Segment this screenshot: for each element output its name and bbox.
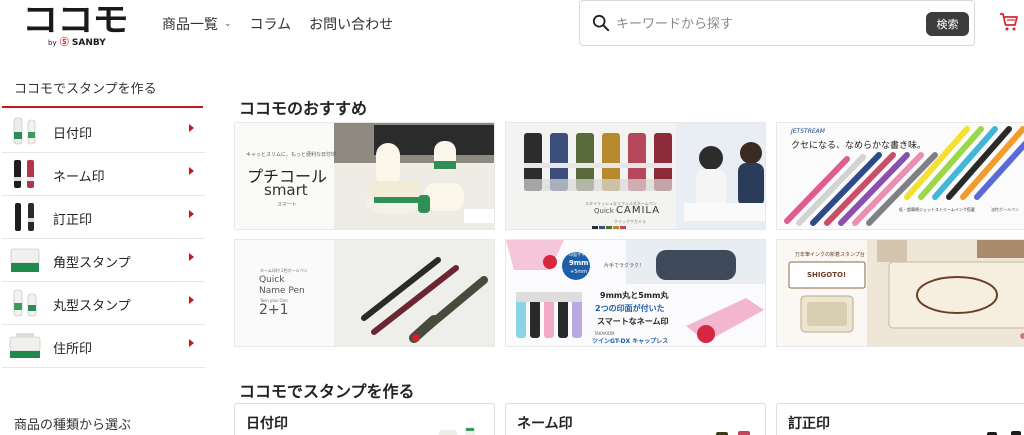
banner-petit-coal[interactable]: キャッとスリムに。もっと便利な日付印 プチコール smart スマート — [234, 122, 495, 230]
banner-quick-name-pen[interactable]: ネーム印付 2色ボールペン Quick Name Pen Twin plus O… — [234, 239, 495, 347]
sidebar-item-label: 日付印 — [53, 127, 93, 142]
sidebar-heading-product-types: 商品の種類から選ぶ — [14, 418, 132, 433]
correction-stamp-thumbnail — [15, 203, 34, 231]
sidebar-item-square-stamp[interactable]: 角型スタンプ — [2, 239, 205, 282]
nav-contact[interactable]: お問い合わせ — [309, 14, 393, 34]
search-icon — [592, 14, 610, 32]
sidebar-item-round-stamp[interactable]: 丸型スタンプ — [2, 282, 205, 325]
address-stamp-thumbnail — [9, 333, 41, 358]
banner-jetstream[interactable]: JETSTREAM クセになる、なめらかな書き味。 油性ボールペン 低・超摩擦ジ… — [776, 122, 1024, 230]
banner-address-ink[interactable]: 万年筆インクの新着スタンプ台 SHIGOTO! — [776, 239, 1024, 347]
sidebar-list: 日付印 ネーム印 訂正印 角型スタンプ 丸型スタンプ 住所印 — [2, 110, 205, 368]
sanby-mark-icon: Ⓢ — [59, 38, 69, 48]
logo-brand: by Ⓢ SANBY — [48, 38, 106, 48]
search-button[interactable]: 検索 — [926, 12, 969, 36]
cart-icon[interactable] — [999, 12, 1019, 32]
nav-column[interactable]: コラム — [250, 14, 292, 34]
sidebar-item-label: ネーム印 — [53, 170, 105, 185]
caret-right-icon — [189, 296, 194, 304]
main-nav: 商品一覧 ⌄ コラム お問い合わせ — [162, 14, 411, 34]
category-label: ネーム印 — [517, 416, 573, 432]
caret-right-icon — [189, 167, 194, 175]
chevron-down-icon: ⌄ — [224, 19, 232, 29]
banner-capless[interactable]: 印面サイズ 9mm +5mm 片手でラクラク！ 9mm丸と5mm丸 2つの印面が… — [505, 239, 766, 347]
caret-right-icon — [189, 210, 194, 218]
round-stamp-thumbnail — [13, 289, 37, 317]
sidebar-item-label: 角型スタンプ — [53, 256, 131, 271]
category-label: 日付印 — [246, 416, 288, 432]
search-input[interactable] — [616, 13, 916, 35]
square-stamp-thumbnail — [10, 248, 40, 272]
sidebar-item-correction-stamp[interactable]: 訂正印 — [2, 196, 205, 239]
caret-right-icon — [189, 124, 194, 132]
sidebar-divider — [2, 106, 203, 108]
category-card-name-stamp[interactable]: ネーム印 — [505, 403, 766, 435]
caret-right-icon — [189, 253, 194, 261]
category-card-date-stamp[interactable]: 日付印 — [234, 403, 495, 435]
correction-stamp-thumbnail — [987, 431, 1021, 435]
banner-camila[interactable]: スタイリッシュなリフィル式ネームペン Quick CAMILA クイッククカミラ — [505, 122, 766, 230]
sidebar-item-date-stamp[interactable]: 日付印 — [2, 110, 205, 153]
sidebar-item-address-stamp[interactable]: 住所印 — [2, 325, 205, 368]
sidebar-item-name-stamp[interactable]: ネーム印 — [2, 153, 205, 196]
caret-right-icon — [189, 339, 194, 347]
sidebar-heading: ココモでスタンプを作る — [14, 82, 157, 97]
name-stamp-thumbnail — [716, 431, 750, 435]
name-pen-photo — [334, 240, 494, 346]
category-card-correction-stamp[interactable]: 訂正印 — [776, 403, 1024, 435]
date-stamp-thumbnail — [13, 117, 36, 145]
sidebar-item-label: 住所印 — [53, 342, 93, 357]
sidebar-item-label: 訂正印 — [53, 213, 93, 228]
name-stamp-thumbnail — [14, 160, 34, 188]
category-label: 訂正印 — [788, 416, 830, 432]
logo-text: ココモ — [22, 0, 129, 39]
make-stamp-title: ココモでスタンプを作る — [239, 382, 415, 401]
nav-products[interactable]: 商品一覧 ⌄ — [162, 14, 232, 34]
recommend-title: ココモのおすすめ — [239, 99, 368, 118]
date-stamp-photo — [334, 123, 494, 229]
sidebar-item-label: 丸型スタンプ — [53, 299, 131, 314]
site-logo[interactable]: ココモ by Ⓢ SANBY — [22, 2, 129, 49]
date-stamp-thumbnail — [439, 427, 475, 435]
search-bar: 検索 — [579, 0, 975, 46]
site-header: ココモ by Ⓢ SANBY 商品一覧 ⌄ コラム お問い合わせ 検索 — [0, 0, 1024, 49]
